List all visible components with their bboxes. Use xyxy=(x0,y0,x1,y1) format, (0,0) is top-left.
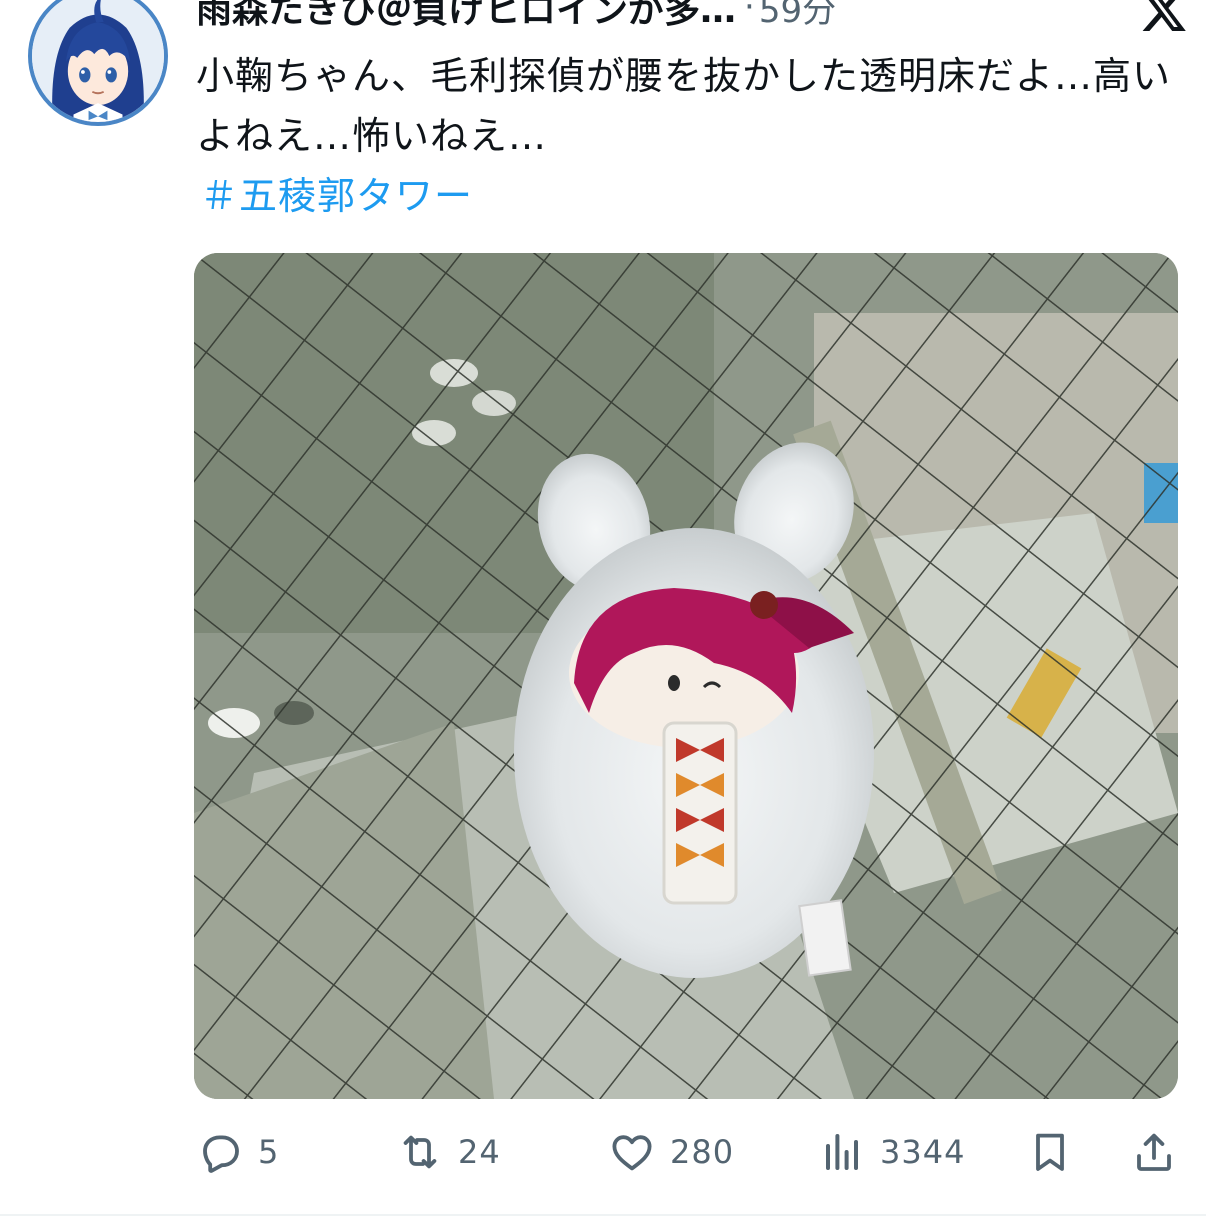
views-count: 3344 xyxy=(880,1133,966,1171)
reply-count: 5 xyxy=(258,1133,280,1171)
share-button[interactable] xyxy=(1130,1120,1178,1184)
bookmark-button[interactable] xyxy=(1026,1120,1074,1184)
hashtag-link[interactable]: ＃五稜郭タワー xyxy=(200,166,473,226)
avatar[interactable] xyxy=(28,0,168,126)
reply-button[interactable]: 5 xyxy=(196,1120,279,1184)
display-name[interactable]: 雨森たきび＠負けヒロインが多… xyxy=(196,0,736,33)
bookmark-icon xyxy=(1036,1133,1064,1171)
x-logo-icon xyxy=(1140,0,1188,34)
heart-icon xyxy=(612,1135,652,1171)
tweet-photo[interactable] xyxy=(194,253,1178,1099)
tweet-divider xyxy=(0,1214,1206,1216)
avatar-illustration xyxy=(32,0,164,122)
share-icon xyxy=(1137,1133,1171,1171)
retweet-button[interactable]: 24 xyxy=(396,1120,501,1184)
views-button[interactable]: 3344 xyxy=(818,1120,965,1184)
action-bar: 5 24 280 3344 xyxy=(196,1120,1180,1184)
tweet-card[interactable]: 雨森たきび＠負けヒロインが多… · 59分 小鞠ちゃん、毛利探偵が腰を抜かした透… xyxy=(0,0,1206,1226)
photo-plush-on-glass-floor xyxy=(194,253,1178,1099)
like-button[interactable]: 280 xyxy=(608,1120,734,1184)
retweet-icon xyxy=(403,1135,437,1169)
reply-icon xyxy=(203,1135,239,1173)
header-separator: · xyxy=(744,0,755,27)
timestamp[interactable]: 59分 xyxy=(759,0,836,32)
tweet-text: 小鞠ちゃん、毛利探偵が腰を抜かした透明床だよ…高いよねえ…怖いねえ… xyxy=(196,54,1172,158)
tweet-header: 雨森たきび＠負けヒロインが多… · 59分 xyxy=(196,0,1186,36)
views-icon xyxy=(826,1134,858,1170)
retweet-count: 24 xyxy=(458,1133,501,1171)
like-count: 280 xyxy=(670,1133,735,1171)
